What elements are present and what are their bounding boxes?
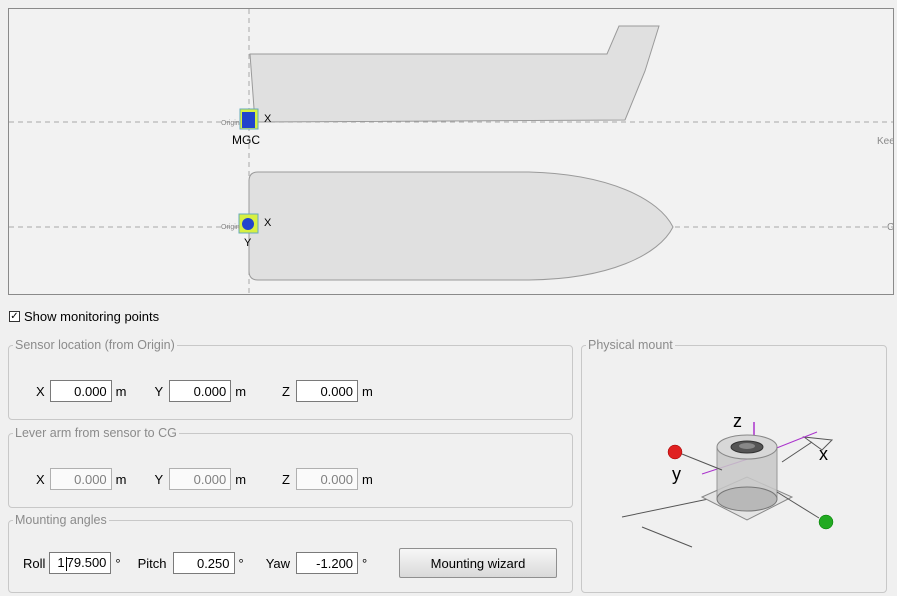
roll-value-post: 79.500 xyxy=(66,555,107,570)
mount-axis-z: z xyxy=(733,411,742,431)
lever-y-unit: m xyxy=(235,471,247,487)
yaw-unit: ° xyxy=(362,555,368,571)
yaw-input[interactable] xyxy=(296,552,359,574)
roll-value-pre: 1 xyxy=(57,555,65,570)
origin-label-top: Origin xyxy=(221,224,240,231)
lever-arm-fields: X m Y m Z m xyxy=(36,468,373,490)
sensor-location-group: Sensor location (from Origin) X m Y m Z … xyxy=(8,338,573,420)
lever-arm-group: Lever arm from sensor to CG X m Y m Z m xyxy=(8,426,573,508)
show-monitoring-label: Show monitoring points xyxy=(24,309,160,324)
mounting-angles-title: Mounting angles xyxy=(15,513,107,527)
origin-label-side: Origin xyxy=(221,120,240,127)
mounting-angles-fields: Roll 179.500 ° Pitch ° Yaw ° xyxy=(23,552,367,574)
mount-axis-x: x xyxy=(819,444,828,464)
mount-axis-y: y xyxy=(672,464,681,484)
physical-mount-title: Physical mount xyxy=(588,338,673,352)
sensor-side-icon xyxy=(242,112,255,128)
sensor-x-unit: m xyxy=(115,383,127,399)
lever-y-input xyxy=(169,468,232,490)
sensor-z-label: Z xyxy=(282,383,290,399)
keel-line-label: Kee xyxy=(877,136,894,147)
mounting-angles-group: Mounting angles Roll 179.500 ° Pitch ° Y… xyxy=(8,513,573,593)
hull-top-view xyxy=(248,171,674,281)
vessel-view-canvas[interactable]: Origin X MGC Kee Origin X Y C xyxy=(8,8,894,295)
green-ball xyxy=(818,514,834,530)
roll-label: Roll xyxy=(23,555,46,571)
lever-x-input xyxy=(49,468,112,490)
sensor-y-label: Y xyxy=(154,383,164,399)
physical-mount-group: Physical mount z x y xyxy=(581,338,887,593)
yaw-label: Yaw xyxy=(265,555,291,571)
axis-x-side: X xyxy=(264,113,272,125)
centerline-label: C xyxy=(887,222,894,233)
sensor-y-input[interactable] xyxy=(169,380,232,402)
sensor-top-icon xyxy=(242,218,254,230)
hull-side-profile xyxy=(249,25,660,123)
lever-y-label: Y xyxy=(154,471,164,487)
sensor-z-input[interactable] xyxy=(295,380,358,402)
sensor-3d-illustration xyxy=(621,422,834,548)
show-monitoring-checkbox[interactable]: ✓ xyxy=(9,311,20,322)
vessel-drawing xyxy=(9,9,893,294)
lever-z-input xyxy=(295,468,358,490)
sensor-location-title: Sensor location (from Origin) xyxy=(15,338,175,352)
axis-y-top: Y xyxy=(244,237,252,249)
sensor-x-input[interactable] xyxy=(49,380,112,402)
lever-x-unit: m xyxy=(115,471,127,487)
sensor-y-unit: m xyxy=(235,383,247,399)
roll-unit: ° xyxy=(115,555,121,571)
pitch-unit: ° xyxy=(238,555,244,571)
red-ball xyxy=(667,444,683,460)
pitch-label: Pitch xyxy=(137,555,167,571)
lever-z-unit: m xyxy=(361,471,373,487)
pitch-input[interactable] xyxy=(172,552,235,574)
lever-arm-title: Lever arm from sensor to CG xyxy=(15,426,177,440)
sensor-z-unit: m xyxy=(361,383,373,399)
sensor-x-label: X xyxy=(36,383,45,399)
show-monitoring-points-row[interactable]: ✓ Show monitoring points xyxy=(9,309,159,324)
mgc-label: MGC xyxy=(232,133,260,147)
axis-x-top: X xyxy=(264,217,272,229)
mounting-wizard-button[interactable]: Mounting wizard xyxy=(399,548,557,578)
sensor-location-fields: X m Y m Z m xyxy=(36,380,373,402)
lever-x-label: X xyxy=(36,471,45,487)
roll-input[interactable]: 1 79.500 xyxy=(49,552,112,574)
lever-z-label: Z xyxy=(282,471,290,487)
